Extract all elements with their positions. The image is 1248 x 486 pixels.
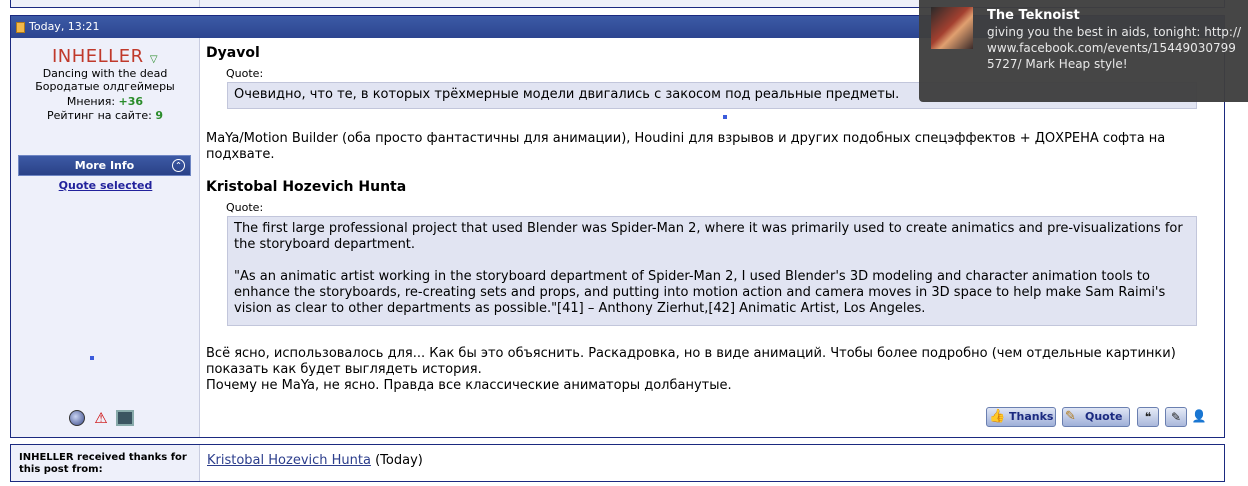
quote-selected-link[interactable]: Quote selected: [11, 179, 200, 192]
notification-title: The Teknoist: [987, 8, 1080, 23]
user-title-2: Бородатые олдгеймеры: [35, 80, 175, 93]
quote-label-2: Quote:: [226, 201, 264, 214]
previous-post-userpane: [11, 0, 200, 7]
quote-paragraph-2: "As an animatic artist working in the st…: [234, 269, 1166, 316]
reply-line-1: Всё ясно, использовалось для... Как бы э…: [206, 346, 1176, 377]
rating-value: 9: [155, 109, 163, 122]
spacer-dot: [723, 115, 727, 119]
user-info-pane: INHELLER ▽ Dancing with the dead Бородат…: [11, 38, 200, 437]
report-icon[interactable]: ⚠: [93, 410, 109, 426]
spacer-dot: [90, 356, 94, 360]
user-icons-row: ⚠: [66, 410, 146, 430]
quote-box-2: The first large professional project tha…: [227, 216, 1197, 326]
collapse-icon: ⌃: [172, 159, 185, 172]
post-actions: 👍 Thanks ✎ Quote ❝ ✎ 👤: [986, 405, 1216, 429]
username-link[interactable]: INHELLER: [52, 46, 144, 67]
reply-text-2: Всё ясно, использовалось для... Как бы э…: [206, 346, 1206, 394]
reply-text-1: MaYa/Motion Builder (оба просто фантасти…: [206, 131, 1166, 162]
notification-avatar: [931, 7, 973, 49]
thanks-received-label: INHELLER received thanks for this post f…: [11, 445, 200, 481]
opinions-value: +36: [118, 95, 144, 108]
quote-button[interactable]: ✎ Quote: [1062, 407, 1130, 427]
quote-icon: ✎: [1065, 409, 1076, 424]
thanks-user-link[interactable]: Kristobal Hozevich Hunta: [207, 453, 371, 468]
quote-text-1: Очевидно, что те, в которых трёхмерные м…: [234, 87, 900, 102]
user-title-1: Dancing with the dead: [42, 67, 168, 80]
quote-author-2: Kristobal Hozevich Hunta: [206, 179, 407, 195]
thanks-box: INHELLER received thanks for this post f…: [10, 444, 1225, 482]
opinions-stat: Мнения: +36: [11, 95, 199, 109]
opinions-label: Мнения:: [66, 95, 116, 108]
rating-stat: Рейтинг на сайте: 9: [11, 109, 199, 123]
thanks-icon: 👍: [989, 409, 1006, 424]
rating-label: Рейтинг на сайте:: [47, 109, 152, 122]
post-date: Today, 13:21: [29, 20, 100, 33]
reply-line-2: Почему не MaYa, не ясно. Правда все клас…: [206, 378, 732, 393]
quote-label: Quote: [1085, 410, 1123, 423]
quote-paragraph-1: The first large professional project tha…: [234, 221, 1183, 252]
user-menu-chevron-icon[interactable]: ▽: [150, 54, 158, 65]
username-row: INHELLER ▽: [11, 46, 199, 67]
thanks-button[interactable]: 👍 Thanks: [986, 407, 1056, 427]
more-info-label: More Info: [74, 159, 135, 172]
thanks-label: Thanks: [1009, 410, 1054, 423]
edit-icon[interactable]: ✎: [1165, 407, 1187, 427]
user-icon[interactable]: 👤: [1191, 407, 1207, 427]
quote-author-1: Dyavol: [206, 45, 260, 61]
thanks-when: (Today): [375, 453, 423, 468]
notification-popup[interactable]: The Teknoist giving you the best in aids…: [919, 0, 1248, 102]
quote-label-1: Quote:: [226, 67, 264, 80]
doc-icon: [16, 22, 25, 33]
thanks-list: Kristobal Hozevich Hunta (Today): [207, 453, 423, 468]
multiquote-icon[interactable]: ❝: [1137, 407, 1159, 427]
notification-body: giving you the best in aids, tonight: ht…: [987, 25, 1242, 71]
more-info-button[interactable]: More Info ⌃: [18, 155, 191, 176]
computer-icon[interactable]: [116, 410, 134, 426]
online-status-icon[interactable]: [69, 410, 85, 426]
